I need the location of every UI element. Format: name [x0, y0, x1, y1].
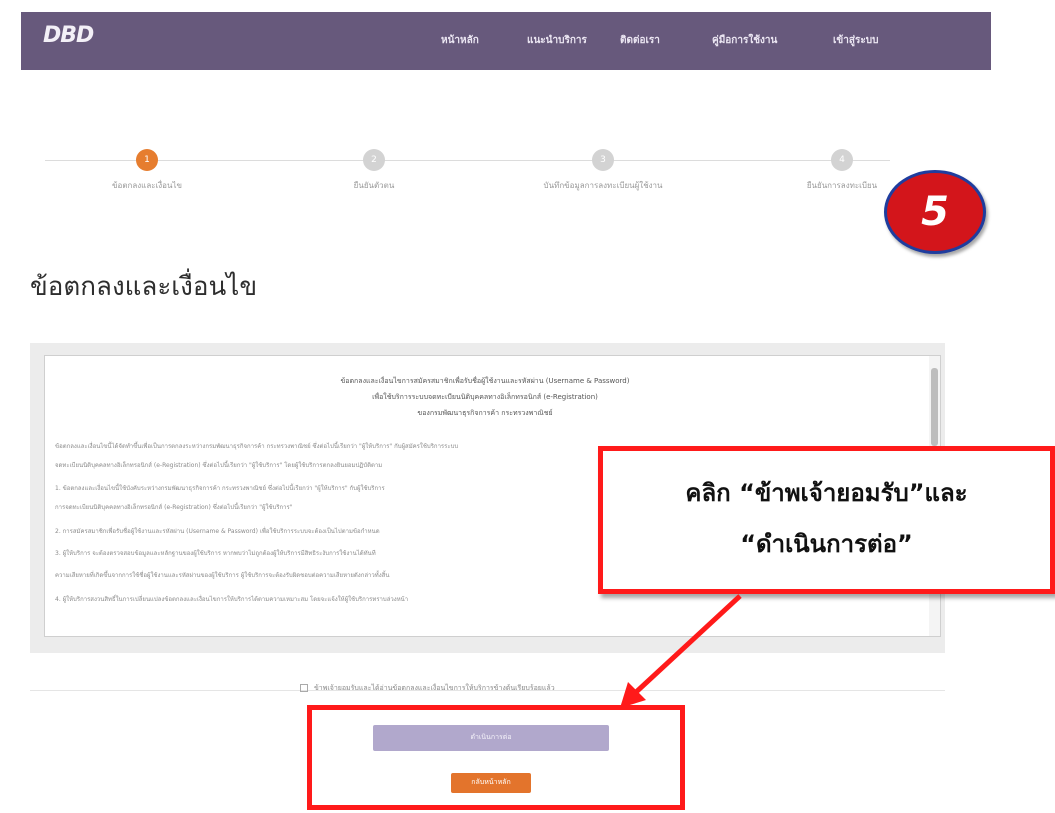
- nav-item-home[interactable]: หน้าหลัก: [441, 33, 479, 48]
- step-label: ข้อตกลงและเงื่อนไข: [112, 181, 182, 190]
- terms-heading-line: ข้อตกลงและเงื่อนไขการสมัครสมาชิกเพื่อรับ…: [340, 377, 630, 385]
- callout-text-line2: “ดำเนินการต่อ”: [740, 530, 913, 558]
- consent-checkbox[interactable]: [300, 684, 308, 692]
- annotation-callout: คลิก “ข้าพเจ้ายอมรับ”และ “ดำเนินการต่อ”: [598, 446, 1055, 594]
- annotation-highlight-box: [307, 705, 685, 810]
- step-2-verify: 2 ยืนยันตัวตน: [274, 149, 474, 192]
- step-1-terms: 1 ข้อตกลงและเงื่อนไข: [47, 149, 247, 192]
- nav-item-contact[interactable]: ติดต่อเรา: [620, 33, 660, 48]
- consent-row[interactable]: ข้าพเจ้ายอมรับและได้อ่านข้อตกลงและเงื่อน…: [300, 683, 555, 694]
- page-title: ข้อตกลงและเงื่อนไข: [30, 272, 258, 302]
- dbd-logo[interactable]: DBD: [43, 23, 94, 48]
- terms-scrollbar-thumb[interactable]: [931, 368, 938, 446]
- nav-item-login[interactable]: เข้าสู่ระบบ: [833, 33, 878, 48]
- terms-paragraph: 4. ผู้ให้บริการสงวนสิทธิ์ในการเปลี่ยนแปล…: [55, 596, 409, 603]
- step-circle-inactive: 4: [831, 149, 853, 171]
- back-to-home-button[interactable]: กลับหน้าหลัก: [451, 773, 531, 793]
- step-circle-inactive: 2: [363, 149, 385, 171]
- nav-item-services[interactable]: แนะนำบริการ: [527, 33, 587, 48]
- annotation-step-badge: 5: [884, 170, 986, 254]
- step-circle-inactive: 3: [592, 149, 614, 171]
- continue-button[interactable]: ดำเนินการต่อ: [373, 725, 609, 751]
- step-circle-active: 1: [136, 149, 158, 171]
- terms-heading-line: ของกรมพัฒนาธุรกิจการค้า กระทรวงพาณิชย์: [417, 409, 553, 417]
- nav-item-manual[interactable]: คู่มือการใช้งาน: [712, 33, 777, 48]
- step-label: บันทึกข้อมูลการลงทะเบียนผู้ใช้งาน: [543, 181, 663, 190]
- terms-heading-line: เพื่อใช้บริการระบบจดทะเบียนนิติบุคคลทางอ…: [372, 393, 598, 401]
- step-3-register-data: 3 บันทึกข้อมูลการลงทะเบียนผู้ใช้งาน: [503, 149, 703, 192]
- callout-text-line1: คลิก “ข้าพเจ้ายอมรับ”และ: [685, 479, 968, 507]
- step-label: ยืนยันตัวตน: [353, 181, 395, 190]
- consent-label: ข้าพเจ้ายอมรับและได้อ่านข้อตกลงและเงื่อน…: [314, 684, 555, 692]
- top-navbar: DBD หน้าหลัก แนะนำบริการ ติดต่อเรา คู่มื…: [21, 12, 991, 70]
